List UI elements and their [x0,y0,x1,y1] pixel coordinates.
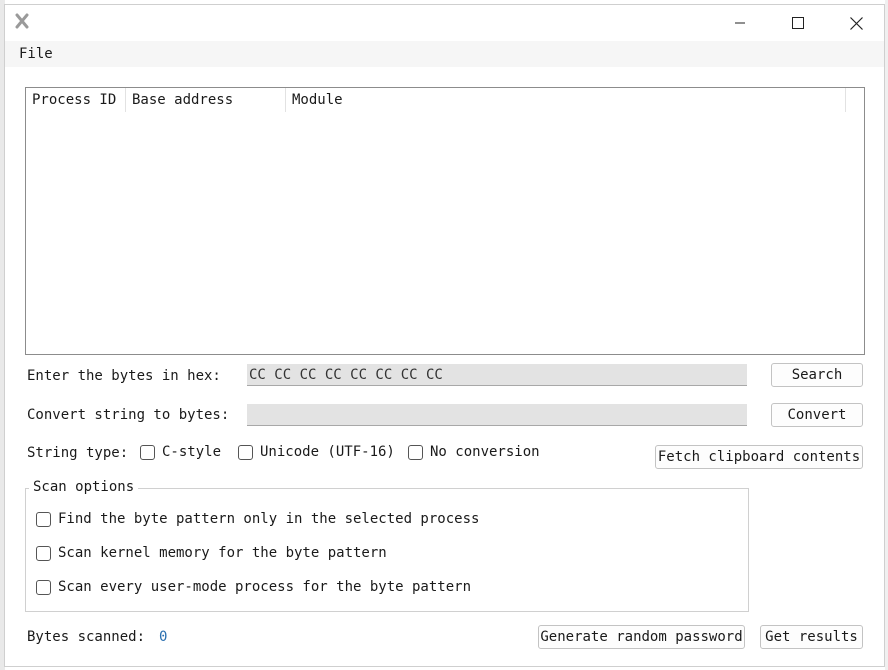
unicode-label: Unicode (UTF-16) [260,444,395,460]
generate-password-button[interactable]: Generate random password [538,625,745,649]
no-conversion-checkbox[interactable]: No conversion [408,444,540,460]
scan-selected-process-checkbox[interactable]: Find the byte pattern only in the select… [36,511,479,527]
scan-all-usermode-checkbox[interactable]: Scan every user-mode process for the byt… [36,579,471,595]
maximize-icon [792,17,804,29]
convert-button[interactable]: Convert [771,403,863,427]
scan-all-usermode-label: Scan every user-mode process for the byt… [58,579,472,595]
hex-input-label: Enter the bytes in hex: [27,368,221,384]
fetch-clipboard-button[interactable]: Fetch clipboard contents [655,445,863,469]
close-icon [849,16,863,30]
search-button[interactable]: Search [771,363,863,387]
menu-bar: File [5,41,884,67]
unicode-checkbox[interactable]: Unicode (UTF-16) [238,444,395,460]
scan-kernel-box[interactable] [36,545,51,561]
module-list[interactable]: Process ID Base address Module [25,87,865,355]
unicode-checkbox-box[interactable] [238,444,253,460]
convert-string-input[interactable] [247,404,747,426]
bytes-scanned-label: Bytes scanned: [27,629,146,645]
minimize-button[interactable] [711,5,769,41]
column-base-address[interactable]: Base address [126,88,286,112]
string-type-label: String type: [27,445,129,461]
title-bar[interactable] [5,5,884,41]
no-conversion-checkbox-box[interactable] [408,444,423,460]
list-header: Process ID Base address Module [26,88,864,112]
maximize-button[interactable] [769,5,827,41]
convert-input-label: Convert string to bytes: [27,407,230,423]
scan-kernel-label: Scan kernel memory for the byte pattern [58,545,387,561]
no-conversion-label: No conversion [430,444,540,460]
close-button[interactable] [827,5,885,41]
app-x-icon [14,13,32,31]
cstyle-checkbox-box[interactable] [140,444,155,460]
hex-input[interactable] [247,364,747,386]
scan-options-title: Scan options [29,479,139,495]
main-window: File Process ID Base address Module Ente… [4,4,885,667]
scan-kernel-checkbox[interactable]: Scan kernel memory for the byte pattern [36,545,387,561]
scan-all-usermode-box[interactable] [36,579,51,595]
column-process-id[interactable]: Process ID [26,88,126,112]
minimize-icon [735,22,745,24]
cstyle-label: C-style [162,444,222,460]
scan-selected-process-box[interactable] [36,511,51,527]
menu-file[interactable]: File [19,46,53,62]
bytes-scanned-value: 0 [159,629,168,645]
cstyle-checkbox[interactable]: C-style [140,444,221,460]
scan-selected-process-label: Find the byte pattern only in the select… [58,511,480,527]
column-module[interactable]: Module [286,88,846,112]
get-results-button[interactable]: Get results [760,625,863,649]
